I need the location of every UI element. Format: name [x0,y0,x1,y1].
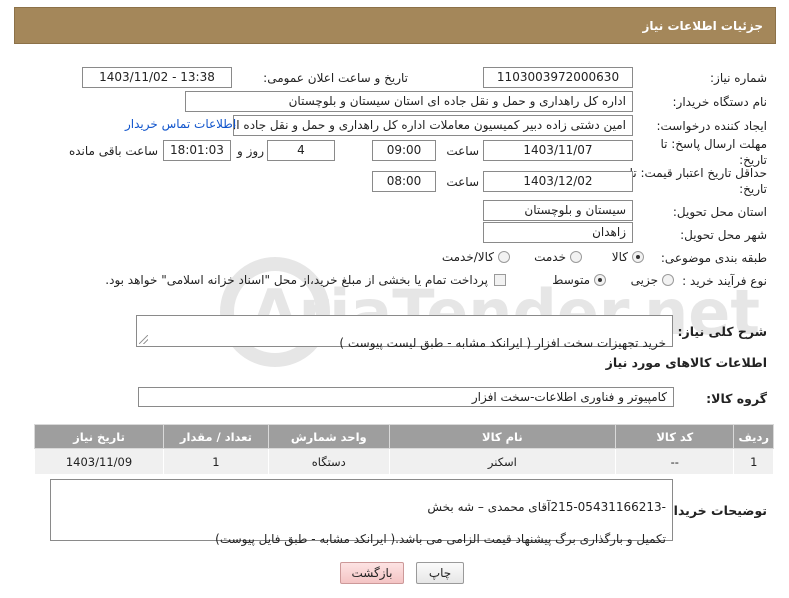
col-code: کد کالا [615,424,735,449]
requester-label: ایجاد کننده درخواست: [656,119,767,133]
treasury-payment-checkbox[interactable] [494,274,506,286]
reply-deadline-time-field[interactable]: 09:00 [372,140,436,161]
treasury-payment-note: پرداخت تمام یا بخشی از مبلغ خرید،از محل … [105,273,488,287]
description-label: شرح کلی نیاز: [677,324,767,339]
buyer-notes-label: توضیحات خریدار: [661,503,767,518]
buyer-notes-textarea[interactable]: -215-05431166213آقای محمدی – شه بخش تکمی… [50,479,673,546]
category-radio-goods-service[interactable] [498,251,510,263]
col-qty: تعداد / مقدار [163,424,269,449]
description-textarea[interactable]: خرید تجهیزات سخت افزار ( ایرانکد مشابه -… [136,315,673,350]
cell-qty: 1 [163,448,269,475]
cell-name: اسکنر [388,448,617,475]
purchase-type-radio-minor[interactable] [662,274,674,286]
cell-row: 1 [733,448,774,475]
purchase-type-label: نوع فرآیند خرید : [682,274,767,288]
reply-days-label: روز و [237,144,264,158]
remaining-time-field[interactable]: 18:01:03 [163,140,231,161]
buyer-contact-link[interactable]: اطلاعات تماس خریدار [125,117,236,131]
resize-grip-icon[interactable] [139,335,148,344]
price-validity-date-field[interactable]: 1403/12/02 [483,171,633,192]
announce-datetime-label: تاریخ و ساعت اعلان عمومی: [263,71,408,85]
col-row: ردیف [733,424,774,449]
buyer-notes-line2: تکمیل و بارگذاری برگ پیشنهاد قیمت الزامی… [215,532,666,546]
price-validity-label-date: تاریخ: [739,182,767,196]
page-title: جزئیات اطلاعات نیاز [642,19,763,33]
description-text: خرید تجهیزات سخت افزار ( ایرانکد مشابه -… [339,336,666,350]
cell-date: 1403/11/09 [33,448,165,475]
col-unit: واحد شمارش [267,424,390,449]
price-validity-label: حداقل تاریخ اعتبار قیمت: تا [629,166,767,180]
goods-group-label: گروه کالا: [706,391,767,406]
category-option-service: خدمت [534,250,566,264]
category-radio-service[interactable] [570,251,582,263]
remaining-time-label: ساعت باقی مانده [68,144,158,158]
category-option-goods-service: کالا/خدمت [441,250,494,264]
buyer-notes-line1: -215-05431166213آقای محمدی – شه بخش [427,500,666,514]
buyer-org-label: نام دستگاه خریدار: [672,95,768,109]
price-validity-time-label: ساعت [446,175,479,189]
reply-deadline-date-field[interactable]: 1403/11/07 [483,140,633,161]
need-number-field[interactable]: 1103003972000630 [483,67,633,88]
reply-days-field[interactable]: 4 [267,140,335,161]
buyer-org-field[interactable]: اداره کل راهداری و حمل و نقل جاده ای است… [185,91,633,112]
goods-group-field[interactable]: کامپیوتر و فناوری اطلاعات-سخت افزار [138,387,674,407]
reply-deadline-label-date: تاریخ: [739,153,767,167]
purchase-type-option-minor: جزیی [630,273,658,287]
page-header: جزئیات اطلاعات نیاز [14,7,776,44]
requester-field[interactable]: امین دشتی زاده دبیر کمیسیون معاملات ادار… [233,115,633,136]
category-radio-goods[interactable] [632,251,644,263]
items-table: ردیف کد کالا نام کالا واحد شمارش تعداد /… [33,424,774,475]
cell-code: -- [615,448,735,475]
category-label: طبقه بندی موضوعی: [660,251,767,265]
back-button[interactable]: بازگشت [340,562,404,584]
goods-section-title: اطلاعات کالاهای مورد نیاز [605,355,767,370]
col-date: تاریخ نیاز [33,424,165,449]
delivery-province-field[interactable]: سیستان و بلوچستان [483,200,633,221]
reply-deadline-time-label: ساعت [446,144,479,158]
table-row[interactable]: 1 -- اسکنر دستگاه 1 1403/11/09 [33,448,774,475]
purchase-type-radio-medium[interactable] [594,274,606,286]
items-table-header: ردیف کد کالا نام کالا واحد شمارش تعداد /… [33,424,774,449]
price-validity-time-field[interactable]: 08:00 [372,171,436,192]
need-number-label: شماره نیاز: [710,71,767,85]
purchase-type-option-medium: متوسط [552,273,590,287]
reply-deadline-label: مهلت ارسال پاسخ: تا [660,137,767,151]
watermark-logo: AriaTender.net [220,257,760,367]
category-option-goods: کالا [611,250,628,264]
delivery-city-field[interactable]: زاهدان [483,222,633,243]
delivery-province-label: استان محل تحویل: [672,205,767,219]
print-button[interactable]: چاپ [416,562,464,584]
cell-unit: دستگاه [267,448,390,475]
announce-datetime-field[interactable]: 1403/11/02 - 13:38 [82,67,232,88]
col-name: نام کالا [388,424,617,449]
delivery-city-label: شهر محل تحویل: [680,228,767,242]
